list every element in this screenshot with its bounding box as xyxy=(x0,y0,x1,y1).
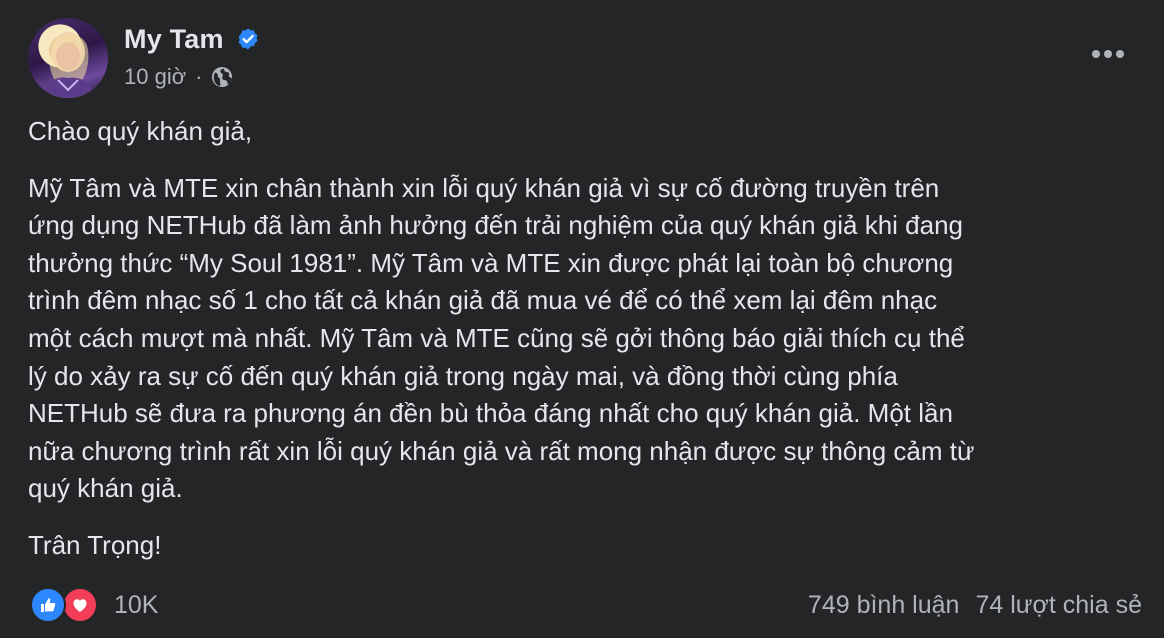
post-line: trình đêm nhạc số 1 cho tất cả khán giả … xyxy=(28,285,938,316)
post-line: một cách mượt mà nhất. Mỹ Tâm và MTE cũn… xyxy=(28,322,965,353)
shares-count-link[interactable]: 74 lượt chia sẻ xyxy=(975,591,1142,620)
globe-icon[interactable] xyxy=(210,65,234,89)
post-line: quý khán giả. xyxy=(28,473,183,504)
post-line: NETHub sẽ đưa ra phương án đền bù thỏa đ… xyxy=(28,398,953,429)
post-line: thưởng thức “My Soul 1981”. Mỹ Tâm và MT… xyxy=(28,247,954,278)
post-meta: 10 giờ · xyxy=(124,62,234,92)
engagement-stats: 749 bình luận 74 lượt chia sẻ xyxy=(808,586,1142,624)
post-paragraph: Mỹ Tâm và MTE xin chân thành xin lỗi quý… xyxy=(28,170,1138,508)
facebook-post: My Tam 10 giờ · Chào quý khán giả, Mỹ Tâ… xyxy=(0,0,1164,638)
meta-separator: · xyxy=(195,64,203,89)
profile-avatar[interactable] xyxy=(28,18,108,98)
post-line: nữa chương trình rất xin lỗi quý khán gi… xyxy=(28,435,975,466)
post-timestamp[interactable]: 10 giờ xyxy=(124,64,186,90)
like-reaction-icon xyxy=(30,587,66,623)
reactions-summary[interactable]: 10K xyxy=(30,586,158,624)
more-options-icon xyxy=(1092,50,1124,58)
post-paragraph: Chào quý khán giả, xyxy=(28,113,1138,151)
post-message: Chào quý khán giả, Mỹ Tâm và MTE xin châ… xyxy=(28,113,1138,584)
post-line: Mỹ Tâm và MTE xin chân thành xin lỗi quý… xyxy=(28,172,940,203)
verified-badge-icon xyxy=(236,27,260,51)
post-line: ứng dụng NETHub đã làm ảnh hưởng đến trả… xyxy=(28,210,964,241)
comments-count-link[interactable]: 749 bình luận xyxy=(808,591,960,620)
reaction-count[interactable]: 10K xyxy=(114,591,158,620)
love-reaction-icon xyxy=(62,587,98,623)
author-name[interactable]: My Tam xyxy=(124,24,224,55)
more-options-button[interactable] xyxy=(1088,40,1128,68)
post-line: lý do xảy ra sự cố đến quý khán giả tron… xyxy=(28,360,898,391)
post-line: Chào quý khán giả, xyxy=(28,116,253,146)
author-row: My Tam xyxy=(124,22,260,56)
post-line: Trân Trọng! xyxy=(28,529,162,560)
post-paragraph: Trân Trọng! xyxy=(28,527,1138,565)
